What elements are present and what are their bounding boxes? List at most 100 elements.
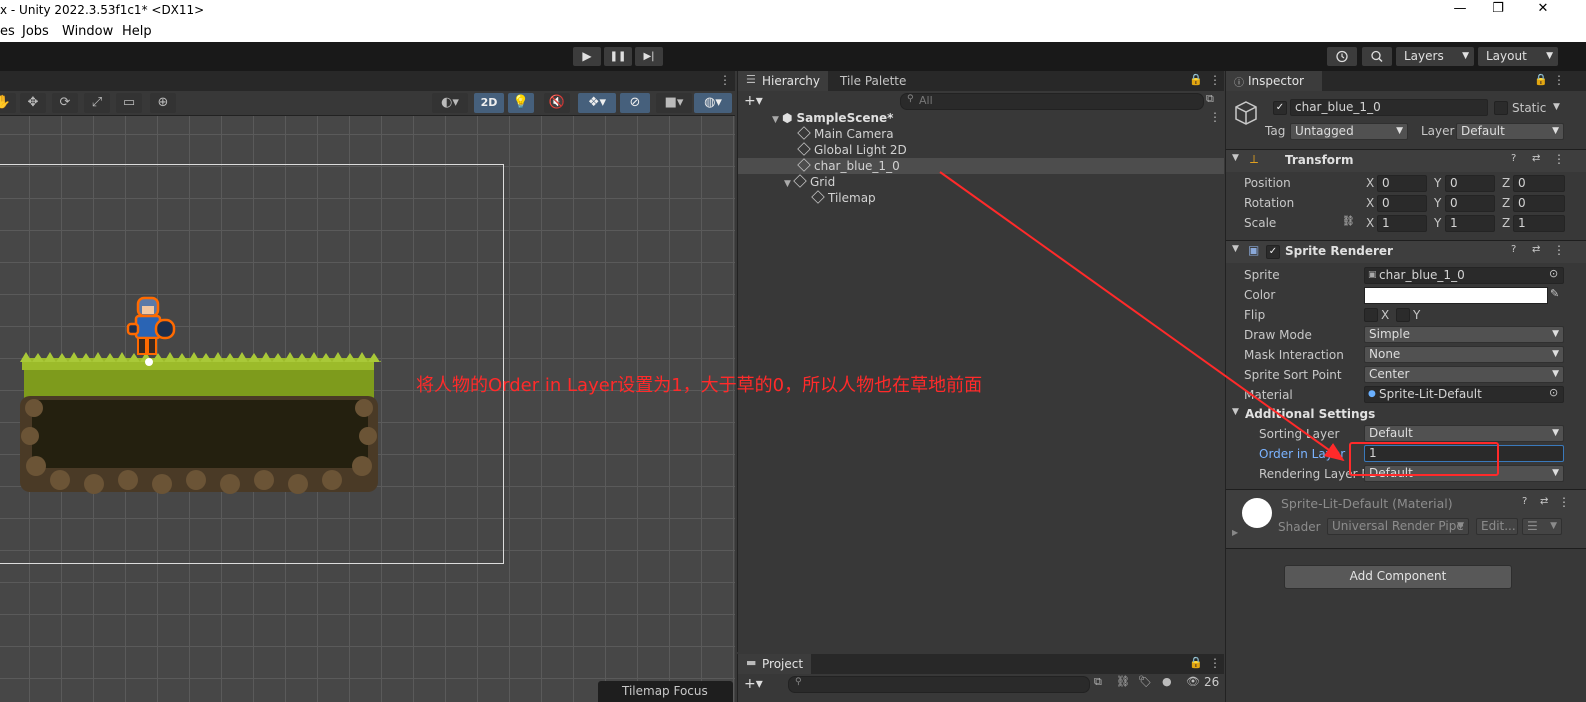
component-more-icon[interactable]: ⋮ [1553, 243, 1565, 257]
toggle-2d-button[interactable]: 2D [474, 93, 504, 113]
minimize-button[interactable]: — [1450, 1, 1470, 19]
scene-visibility-icon[interactable]: ⧉ [1206, 92, 1214, 106]
pause-button[interactable]: ❚❚ [604, 47, 632, 66]
step-button[interactable]: ▶| [635, 47, 663, 66]
color-swatch[interactable] [1364, 287, 1548, 304]
transform-tool-icon[interactable]: ⊕ [150, 93, 176, 113]
position-x-field[interactable]: 0 [1377, 175, 1427, 192]
lock-icon[interactable]: 🔒 [1189, 73, 1203, 86]
sprite-renderer-header[interactable]: ▼ ▣ ✓ Sprite Renderer ? ⇄ ⋮ [1226, 240, 1586, 263]
preset-icon[interactable]: ⇄ [1532, 153, 1540, 164]
audio-mute-icon[interactable]: 🔇 [544, 93, 570, 113]
list-item[interactable]: char_blue_1_0 [797, 158, 900, 174]
scene-view[interactable]: Tilemap Focus [0, 116, 735, 702]
filter-label-icon[interactable]: ⛓ [1116, 675, 1130, 688]
foldout-arrow-icon[interactable]: ▶ [1232, 528, 1238, 537]
object-picker-icon[interactable]: ⊙ [1549, 267, 1558, 280]
flip-y-checkbox[interactable] [1396, 308, 1410, 322]
shader-options-dropdown[interactable]: ☰ ▼ [1522, 518, 1562, 535]
scale-tool-icon[interactable]: ⤢ [84, 93, 110, 113]
help-icon[interactable]: ? [1511, 153, 1516, 164]
transform-header[interactable]: ▼ ⟂ Transform ? ⇄ ⋮ [1226, 149, 1586, 172]
project-search-input[interactable]: ⚲ [788, 676, 1090, 693]
object-picker-icon[interactable]: ⊙ [1549, 386, 1558, 399]
position-y-field[interactable]: 0 [1445, 175, 1495, 192]
scale-x-field[interactable]: 1 [1377, 215, 1427, 232]
visibility-icon[interactable]: ⊘ [620, 93, 650, 113]
tab-tile-palette[interactable]: Tile Palette [832, 71, 914, 91]
create-asset-button[interactable]: +▾ [744, 674, 763, 694]
scene-more-icon[interactable]: ⋮ [1209, 110, 1221, 124]
additional-settings-label[interactable]: Additional Settings [1245, 407, 1375, 421]
enabled-checkbox[interactable]: ✓ [1266, 245, 1280, 259]
foldout-arrow-icon[interactable]: ▼ [1232, 244, 1239, 254]
list-item[interactable]: Global Light 2D [797, 142, 907, 158]
menu-help[interactable]: Help [122, 24, 152, 39]
component-more-icon[interactable]: ⋮ [1558, 495, 1570, 509]
foldout-arrow-icon[interactable]: ▼ [1232, 407, 1239, 417]
help-icon[interactable]: ? [1522, 496, 1527, 507]
scale-y-field[interactable]: 1 [1445, 215, 1495, 232]
chevron-down-icon[interactable]: ▼ [1553, 102, 1560, 112]
expand-arrow-icon[interactable]: ▼ [784, 176, 794, 192]
rotation-y-field[interactable]: 0 [1445, 195, 1495, 212]
object-name-field[interactable]: char_blue_1_0 [1290, 99, 1488, 116]
rotation-z-field[interactable]: 0 [1513, 195, 1565, 212]
list-item[interactable]: Main Camera [797, 126, 894, 142]
flip-x-checkbox[interactable] [1364, 308, 1378, 322]
create-add-button[interactable]: +▾ [744, 91, 763, 111]
scale-z-field[interactable]: 1 [1513, 215, 1565, 232]
preset-icon[interactable]: ⇄ [1532, 244, 1540, 255]
list-item[interactable]: ▼ Grid [784, 174, 835, 190]
rotate-tool-icon[interactable]: ⟳ [52, 93, 78, 113]
play-button[interactable]: ▶ [573, 47, 601, 66]
move-tool-icon[interactable]: ✥ [20, 93, 46, 113]
lock-icon[interactable]: 🔒 [1534, 73, 1548, 86]
component-more-icon[interactable]: ⋮ [1553, 152, 1565, 166]
menu-window[interactable]: Window [62, 24, 113, 39]
scene-row[interactable]: ▼ ⬢ SampleScene* [772, 110, 893, 126]
layout-dropdown[interactable]: Layout ▼ [1478, 47, 1558, 66]
effects-icon[interactable]: ❖▾ [578, 93, 616, 113]
lock-icon[interactable]: 🔒 [1189, 656, 1203, 669]
eye-icon[interactable]: 👁 [1186, 675, 1200, 688]
material-field[interactable]: ● Sprite-Lit-Default [1364, 386, 1564, 403]
maximize-button[interactable]: ❐ [1488, 1, 1508, 19]
menu-jobs[interactable]: Jobs [22, 24, 49, 39]
rotation-x-field[interactable]: 0 [1377, 195, 1427, 212]
gizmos-icon[interactable]: ◍▾ [694, 93, 732, 113]
sprite-field[interactable]: ▣ char_blue_1_0 [1364, 267, 1564, 284]
more-options-icon[interactable]: ⋮ [1209, 656, 1221, 670]
more-options-icon[interactable]: ⋮ [1209, 73, 1221, 87]
tilemap-focus-overlay[interactable]: Tilemap Focus [598, 681, 733, 702]
menu-assets[interactable]: es [0, 24, 15, 39]
mask-interaction-dropdown[interactable]: None ▼ [1364, 346, 1564, 363]
eyedropper-icon[interactable]: ✎ [1550, 287, 1559, 300]
help-icon[interactable]: ? [1511, 244, 1516, 255]
layers-dropdown[interactable]: Layers ▼ [1396, 47, 1474, 66]
tag-dropdown[interactable]: Untagged ▼ [1290, 123, 1408, 140]
grass-platform-sprite[interactable] [16, 348, 381, 498]
hierarchy-search-input[interactable]: ⚲ All [900, 93, 1204, 110]
add-component-button[interactable]: Add Component [1284, 565, 1512, 589]
hand-tool-icon[interactable]: ✋ [0, 93, 16, 113]
static-checkbox[interactable] [1494, 101, 1508, 115]
foldout-arrow-icon[interactable]: ▼ [1232, 153, 1239, 163]
history-icon[interactable] [1327, 47, 1357, 66]
position-z-field[interactable]: 0 [1513, 175, 1565, 192]
tag-icon[interactable]: 🏷 [1138, 675, 1152, 688]
camera-icon[interactable]: ■▾ [656, 93, 692, 113]
expand-arrow-icon[interactable]: ▼ [772, 112, 782, 128]
character-sprite[interactable] [124, 294, 180, 368]
constrain-proportions-icon[interactable]: ⛓ [1342, 216, 1355, 227]
shader-dropdown[interactable]: Universal Render Pipe ▼ [1327, 518, 1469, 535]
lighting-icon[interactable]: 💡 [508, 93, 534, 113]
search-icon[interactable] [1362, 47, 1392, 66]
close-button[interactable]: ✕ [1533, 1, 1553, 19]
layer-dropdown[interactable]: Default ▼ [1456, 123, 1564, 140]
warning-icon[interactable]: ● [1162, 675, 1172, 688]
sorting-layer-dropdown[interactable]: Default ▼ [1364, 425, 1564, 442]
more-options-icon[interactable]: ⋮ [719, 73, 731, 87]
preset-icon[interactable]: ⇄ [1540, 496, 1548, 507]
draw-mode-dropdown[interactable]: Simple ▼ [1364, 326, 1564, 343]
